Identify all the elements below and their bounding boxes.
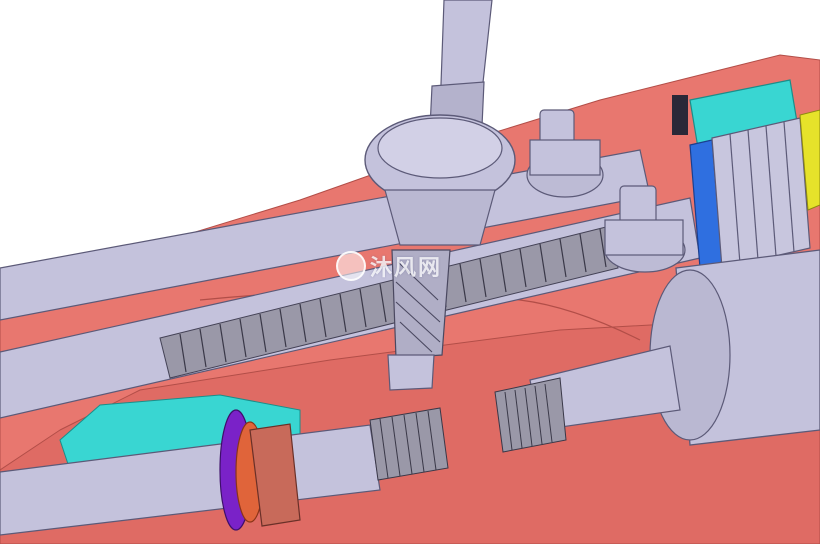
- watermark-logo-icon: [336, 251, 366, 281]
- watermark-text: 沐风网: [370, 256, 443, 281]
- bracket-dark: [672, 95, 688, 135]
- pinion-flange-top: [377, 117, 503, 179]
- cad-render-scene: 沐风网: [0, 0, 820, 544]
- bellows-boot: [711, 117, 811, 269]
- watermark: 沐风网: [336, 250, 442, 282]
- pinion-tip: [387, 354, 435, 391]
- pinion-neck: [384, 189, 496, 246]
